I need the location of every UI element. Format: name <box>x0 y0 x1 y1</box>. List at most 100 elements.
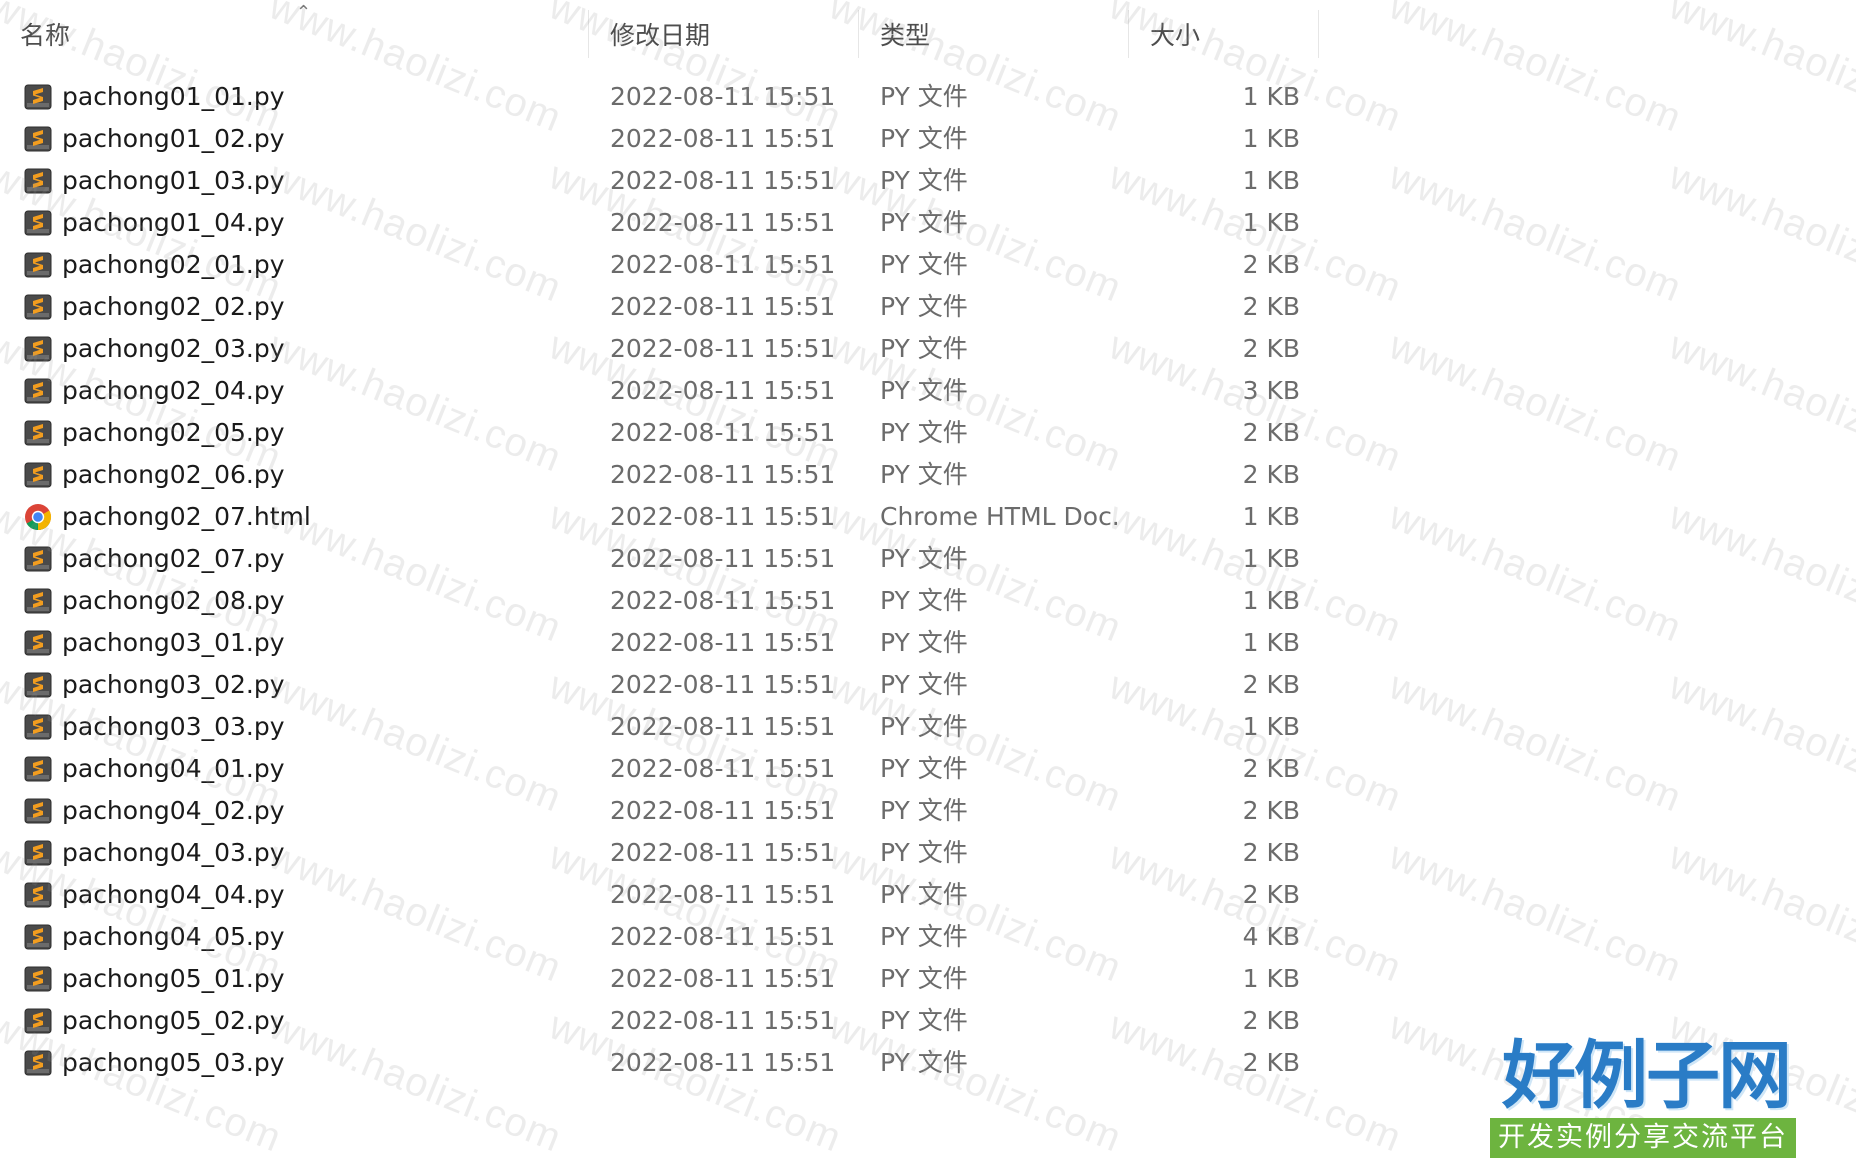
file-size: 2 KB <box>1242 796 1300 825</box>
file-row[interactable]: pachong04_04.py 2022-08-11 15:51 PY 文件 2 KB <box>0 874 1330 916</box>
watermark-text: www.haolizi.com <box>1383 323 1688 481</box>
file-row[interactable]: pachong04_01.py 2022-08-11 15:51 PY 文件 2 KB <box>0 748 1330 790</box>
sublime-text-icon <box>24 167 52 195</box>
file-row[interactable]: pachong05_02.py 2022-08-11 15:51 PY 文件 2 KB <box>0 1000 1330 1042</box>
file-modified-date: 2022-08-11 15:51 <box>610 124 836 153</box>
file-size: 1 KB <box>1242 544 1300 573</box>
file-row[interactable]: pachong03_01.py 2022-08-11 15:51 PY 文件 1 KB <box>0 622 1330 664</box>
sublime-text-icon <box>24 83 52 111</box>
file-row[interactable]: pachong01_04.py 2022-08-11 15:51 PY 文件 1 KB <box>0 202 1330 244</box>
file-type: PY 文件 <box>880 922 968 951</box>
file-name: pachong03_01.py <box>62 628 285 657</box>
sublime-text-icon <box>24 377 52 405</box>
sublime-text-icon <box>24 671 52 699</box>
file-type: PY 文件 <box>880 586 968 615</box>
column-divider[interactable] <box>588 10 589 58</box>
column-divider[interactable] <box>858 10 859 58</box>
file-modified-date: 2022-08-11 15:51 <box>610 796 836 825</box>
file-row[interactable]: pachong03_02.py 2022-08-11 15:51 PY 文件 2 KB <box>0 664 1330 706</box>
watermark-text: www.haolizi.com <box>1383 493 1688 651</box>
file-row[interactable]: pachong02_02.py 2022-08-11 15:51 PY 文件 2 KB <box>0 286 1330 328</box>
file-row[interactable]: pachong03_03.py 2022-08-11 15:51 PY 文件 1 KB <box>0 706 1330 748</box>
file-modified-date: 2022-08-11 15:51 <box>610 460 836 489</box>
file-name: pachong02_02.py <box>62 292 285 321</box>
file-type: PY 文件 <box>880 124 968 153</box>
file-size: 2 KB <box>1242 418 1300 447</box>
file-type: PY 文件 <box>880 376 968 405</box>
file-row[interactable]: pachong02_07.py 2022-08-11 15:51 PY 文件 1 KB <box>0 538 1330 580</box>
file-row[interactable]: pachong02_05.py 2022-08-11 15:51 PY 文件 2 KB <box>0 412 1330 454</box>
sublime-text-icon <box>24 923 52 951</box>
file-row[interactable]: pachong02_07.html 2022-08-11 15:51 Chrome … <box>0 496 1330 538</box>
file-row[interactable]: pachong04_03.py 2022-08-11 15:51 PY 文件 2 KB <box>0 832 1330 874</box>
file-modified-date: 2022-08-11 15:51 <box>610 292 836 321</box>
file-modified-date: 2022-08-11 15:51 <box>610 334 836 363</box>
file-size: 2 KB <box>1242 1006 1300 1035</box>
file-type: PY 文件 <box>880 712 968 741</box>
file-modified-date: 2022-08-11 15:51 <box>610 376 836 405</box>
file-modified-date: 2022-08-11 15:51 <box>610 544 836 573</box>
file-modified-date: 2022-08-11 15:51 <box>610 586 836 615</box>
file-row[interactable]: pachong02_03.py 2022-08-11 15:51 PY 文件 2 KB <box>0 328 1330 370</box>
file-row[interactable]: pachong04_05.py 2022-08-11 15:51 PY 文件 4 KB <box>0 916 1330 958</box>
file-name: pachong04_01.py <box>62 754 285 783</box>
file-size: 1 KB <box>1242 712 1300 741</box>
column-header-type[interactable]: 类型 <box>860 16 1130 56</box>
file-type: PY 文件 <box>880 250 968 279</box>
file-row[interactable]: pachong02_04.py 2022-08-11 15:51 PY 文件 3 KB <box>0 370 1330 412</box>
watermark-text: www.haolizi.com <box>1383 153 1688 311</box>
column-divider[interactable] <box>1318 10 1319 58</box>
watermark-text: www.haolizi.com <box>1663 323 1856 481</box>
file-row[interactable]: pachong02_01.py 2022-08-11 15:51 PY 文件 2 KB <box>0 244 1330 286</box>
file-name: pachong04_03.py <box>62 838 285 867</box>
column-header-modified[interactable]: 修改日期 <box>590 16 850 56</box>
sublime-text-icon <box>24 965 52 993</box>
file-row[interactable]: pachong05_03.py 2022-08-11 15:51 PY 文件 2 KB <box>0 1042 1330 1084</box>
file-type: Chrome HTML Doc... <box>880 502 1120 531</box>
sublime-text-icon <box>24 629 52 657</box>
column-header-name[interactable]: 名称 <box>0 16 560 56</box>
file-modified-date: 2022-08-11 15:51 <box>610 712 836 741</box>
chrome-icon <box>24 503 52 531</box>
file-type: PY 文件 <box>880 208 968 237</box>
file-modified-date: 2022-08-11 15:51 <box>610 250 836 279</box>
file-modified-date: 2022-08-11 15:51 <box>610 964 836 993</box>
file-row[interactable]: pachong02_06.py 2022-08-11 15:51 PY 文件 2 KB <box>0 454 1330 496</box>
file-modified-date: 2022-08-11 15:51 <box>610 208 836 237</box>
watermark-text: www.haolizi.com <box>1383 833 1688 991</box>
file-size: 1 KB <box>1242 208 1300 237</box>
file-type: PY 文件 <box>880 628 968 657</box>
file-row[interactable]: pachong02_08.py 2022-08-11 15:51 PY 文件 1 KB <box>0 580 1330 622</box>
file-type: PY 文件 <box>880 1006 968 1035</box>
file-name: pachong01_03.py <box>62 166 285 195</box>
sublime-text-icon <box>24 461 52 489</box>
sublime-text-icon <box>24 881 52 909</box>
file-name: pachong03_03.py <box>62 712 285 741</box>
column-divider[interactable] <box>1128 10 1129 58</box>
file-type: PY 文件 <box>880 166 968 195</box>
file-row[interactable]: pachong01_02.py 2022-08-11 15:51 PY 文件 1 KB <box>0 118 1330 160</box>
file-size: 3 KB <box>1242 376 1300 405</box>
sublime-text-icon <box>24 251 52 279</box>
column-header-size[interactable]: 大小 <box>1130 16 1320 56</box>
file-size: 1 KB <box>1242 82 1300 111</box>
file-modified-date: 2022-08-11 15:51 <box>610 1006 836 1035</box>
column-header-name-label: 名称 <box>20 21 71 50</box>
file-size: 2 KB <box>1242 1048 1300 1077</box>
file-modified-date: 2022-08-11 15:51 <box>610 670 836 699</box>
file-row[interactable]: pachong01_03.py 2022-08-11 15:51 PY 文件 1 KB <box>0 160 1330 202</box>
column-header-type-label: 类型 <box>880 21 931 50</box>
watermark-text: www.haolizi.com <box>1663 833 1856 991</box>
file-row[interactable]: pachong04_02.py 2022-08-11 15:51 PY 文件 2 KB <box>0 790 1330 832</box>
sublime-text-icon <box>24 1007 52 1035</box>
file-name: pachong04_05.py <box>62 922 285 951</box>
file-row[interactable]: pachong01_01.py 2022-08-11 15:51 PY 文件 1 KB <box>0 76 1330 118</box>
file-modified-date: 2022-08-11 15:51 <box>610 82 836 111</box>
file-row[interactable]: pachong05_01.py 2022-08-11 15:51 PY 文件 1 KB <box>0 958 1330 1000</box>
sublime-text-icon <box>24 293 52 321</box>
file-size: 2 KB <box>1242 880 1300 909</box>
file-name: pachong05_03.py <box>62 1048 285 1077</box>
sublime-text-icon <box>24 545 52 573</box>
file-type: PY 文件 <box>880 1048 968 1077</box>
file-name: pachong01_02.py <box>62 124 285 153</box>
